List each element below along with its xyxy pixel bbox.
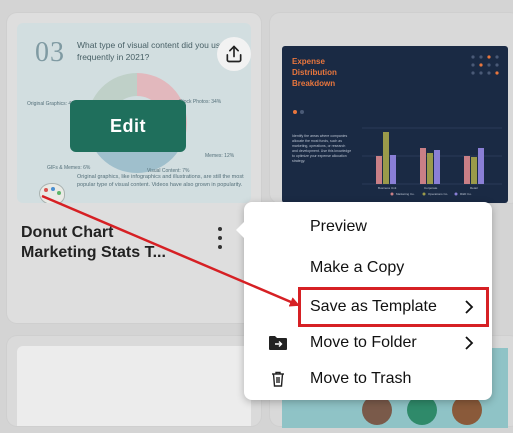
- chevron-right-icon: [465, 336, 474, 350]
- folder-move-icon: [269, 336, 287, 350]
- menu-item-move-to-trash[interactable]: Move to Trash: [244, 362, 492, 396]
- edit-button[interactable]: Edit: [70, 100, 186, 152]
- palette-icon: [39, 183, 65, 203]
- upload-icon: [226, 45, 242, 63]
- share-upload-button[interactable]: [217, 37, 251, 71]
- dashboard-title: Expense Distribution Breakdown: [292, 57, 337, 88]
- decorative-dots: [471, 55, 499, 75]
- menu-item-make-copy[interactable]: Make a Copy: [244, 251, 492, 285]
- legend-item: Marketing Co.: [396, 192, 415, 196]
- menu-item-move-to-folder[interactable]: Move to Folder: [244, 326, 492, 360]
- more-options-button[interactable]: [215, 227, 225, 249]
- expense-bar-chart-graphic: [362, 127, 502, 196]
- chevron-right-icon: [465, 300, 474, 314]
- slice-label: Memes: 12%: [205, 153, 235, 159]
- menu-item-label: Make a Copy: [310, 259, 405, 276]
- thumbnail-number: 03: [35, 37, 65, 68]
- design-thumbnail[interactable]: Expense Distribution Breakdown Business Un…: [282, 46, 508, 203]
- design-card[interactable]: 03 What type of visual content did you u…: [7, 13, 261, 323]
- category-label: Corporate: [424, 186, 438, 190]
- context-menu: Preview Make a Copy Save as Template Mov…: [236, 202, 492, 400]
- menu-item-save-as-template[interactable]: Save as Template: [298, 287, 489, 327]
- kebab-dot: [218, 236, 222, 240]
- kebab-dot: [218, 227, 222, 231]
- thumbnail-footnote: Original graphics, like infographics and…: [77, 174, 244, 188]
- menu-item-label: Move to Trash: [310, 370, 412, 387]
- menu-item-label: Move to Folder: [310, 334, 417, 351]
- design-title[interactable]: Donut Chart Marketing Stats T...: [21, 223, 191, 263]
- slice-label: GIFs & Memes: 6%: [47, 165, 91, 171]
- legend-item: Operations Co.: [428, 192, 449, 196]
- menu-item-label: Save as Template: [310, 298, 437, 315]
- trash-icon: [272, 371, 284, 387]
- dashboard-description: Identify the areas where companies alloc…: [292, 134, 352, 163]
- bullet-icon: [293, 110, 304, 114]
- design-card[interactable]: Expense Distribution Breakdown Business Un…: [270, 13, 513, 203]
- kebab-dot: [218, 245, 222, 249]
- category-label: Business Unit: [378, 186, 397, 190]
- menu-item-label: Preview: [310, 218, 367, 235]
- menu-item-preview[interactable]: Preview: [244, 210, 492, 244]
- design-thumbnail[interactable]: [17, 346, 251, 426]
- category-label: Retail: [470, 186, 478, 190]
- legend-item: R&D Co.: [460, 192, 472, 196]
